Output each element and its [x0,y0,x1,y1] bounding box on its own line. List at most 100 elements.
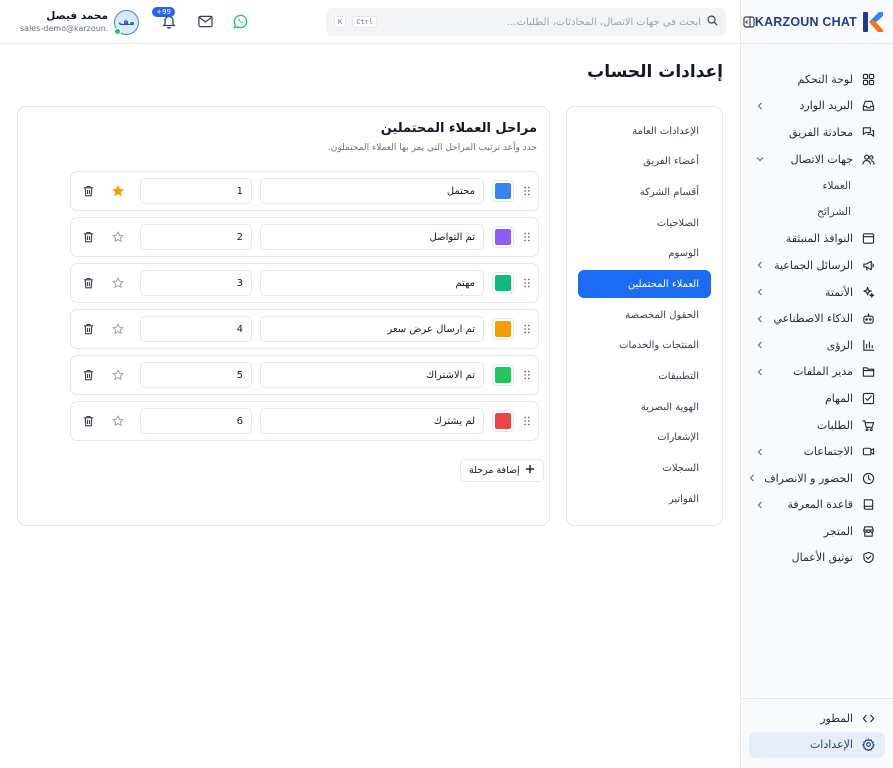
sidebar-item-folder[interactable]: مدير الملفات [741,359,893,386]
star-icon[interactable] [110,321,126,337]
sidebar-item-book[interactable]: قاعدة المعرفة [741,492,893,519]
bell-icon[interactable]: +99 [152,7,177,29]
stage-order-input[interactable] [140,270,252,296]
drag-handle-icon[interactable] [522,416,532,426]
settings-menu-item[interactable]: المنتجات والخدمات [578,332,711,360]
trash-icon[interactable] [80,321,96,337]
users-icon [861,152,875,166]
trash-icon[interactable] [80,275,96,291]
chevron-left-icon[interactable] [755,314,765,324]
add-stage-button[interactable]: إضافة مرحلة [460,459,544,482]
sidebar-item-grid[interactable]: لوحة التحكم [741,66,893,93]
settings-menu-item[interactable]: التطبيقات [578,363,711,391]
sidebar-item-chat[interactable]: محادثة الفريق [741,119,893,146]
stage-color-picker[interactable] [492,180,514,202]
brand-name: KARZOUN CHAT [754,14,857,29]
chevron-left-icon[interactable] [755,101,765,111]
stage-row [70,263,539,303]
chevron-left-icon[interactable] [755,367,765,377]
sidebar-item-sparkles[interactable]: الأتمتة [741,279,893,306]
stage-color-picker[interactable] [492,364,514,386]
sidebar-item-bot[interactable]: الذكاء الاصطناعي [741,305,893,332]
settings-menu-item[interactable]: الحقول المخصصة [578,301,711,329]
star-icon[interactable] [110,413,126,429]
whatsapp-icon[interactable] [232,13,248,29]
inbox-icon [861,99,875,113]
stage-name-input[interactable] [260,224,484,250]
sidebar-subitem[interactable]: العملاء [741,172,893,199]
stage-color-picker[interactable] [492,410,514,432]
bot-icon [861,312,875,326]
stage-name-input[interactable] [260,178,484,204]
star-icon[interactable] [110,229,126,245]
stage-name-input[interactable] [260,408,484,434]
settings-menu-item[interactable]: أعضاء الفريق [578,148,711,176]
settings-menu-item[interactable]: السجلات [578,455,711,483]
trash-icon[interactable] [80,367,96,383]
trash-icon[interactable] [80,183,96,199]
stage-color-picker[interactable] [492,272,514,294]
drag-handle-icon[interactable] [522,232,532,242]
sidebar-item-users[interactable]: جهات الاتصال [741,146,893,173]
sidebar-item-code[interactable]: المطور [749,705,885,732]
stage-color-picker[interactable] [492,318,514,340]
settings-menu-item[interactable]: الوسوم [578,240,711,268]
online-status-dot [114,28,121,35]
sidebar-subitem[interactable]: الشرائح [741,199,893,226]
sidebar-item-clock[interactable]: الحضور و الانصراف [741,465,893,492]
sidebar-item-megaphone[interactable]: الرسائل الجماعية [741,252,893,279]
mail-icon[interactable] [197,13,213,29]
settings-menu-item[interactable]: الهوية البصرية [578,393,711,421]
chevron-left-icon[interactable] [755,340,765,350]
chevron-left-icon[interactable] [755,260,765,270]
sidebar-item-checkbox[interactable]: المهام [741,385,893,412]
search-input[interactable] [383,16,701,28]
stage-name-input[interactable] [260,270,484,296]
star-icon[interactable] [110,275,126,291]
sidebar-item-store[interactable]: المتجر [741,518,893,545]
sidebar-item-shield-check[interactable]: توثيق الأعمال [741,545,893,572]
karzoun-logo-icon[interactable] [861,10,885,34]
chevron-left-icon[interactable] [755,447,765,457]
chat-icon [861,125,875,139]
stage-color-picker[interactable] [492,226,514,248]
sidebar-item-inbox[interactable]: البريد الوارد [741,93,893,120]
chevron-left-icon[interactable] [755,287,765,297]
sidebar-item-label: الرؤى [826,338,853,352]
trash-icon[interactable] [80,229,96,245]
stage-order-input[interactable] [140,362,252,388]
settings-menu-item[interactable]: الصلاحيات [578,209,711,237]
settings-menu-item[interactable]: العملاء المحتملين [578,270,711,299]
settings-menu-item[interactable]: الإشعارات [578,424,711,452]
stage-order-input[interactable] [140,178,252,204]
global-search[interactable]: Ctrl K [326,8,726,36]
stage-order-input[interactable] [140,224,252,250]
avatar[interactable]: مف [114,10,139,35]
drag-handle-icon[interactable] [522,186,532,196]
user-info[interactable]: محمد فيصل sales-demo@karzoun... [20,10,108,33]
chevron-down-icon[interactable] [755,154,765,164]
settings-menu-item[interactable]: الفواتير [578,485,711,513]
stage-name-input[interactable] [260,362,484,388]
sidebar-item-gear[interactable]: الإعدادات [749,731,885,759]
drag-handle-icon[interactable] [522,324,532,334]
trash-icon[interactable] [80,413,96,429]
sidebar-item-cart[interactable]: الطلبات [741,412,893,439]
stage-order-input[interactable] [140,408,252,434]
chevron-left-icon[interactable] [748,473,756,483]
chevron-left-icon[interactable] [755,500,765,510]
drag-handle-icon[interactable] [522,278,532,288]
sidebar-item-chart[interactable]: الرؤى [741,332,893,359]
sidebar-item-label: قاعدة المعرفة [787,498,853,512]
sidebar-collapse-icon[interactable] [743,15,755,29]
star-icon[interactable] [110,367,126,383]
star-filled-icon[interactable] [110,183,126,199]
stage-order-input[interactable] [140,316,252,342]
sidebar-item-window[interactable]: النوافذ المنبثقة [741,226,893,253]
sidebar-item-video[interactable]: الاجتماعات [741,438,893,465]
stage-name-input[interactable] [260,316,484,342]
folder-icon [861,365,875,379]
settings-menu-item[interactable]: الإعدادات العامة [578,117,711,145]
settings-menu-item[interactable]: أقسام الشركة [578,178,711,206]
drag-handle-icon[interactable] [522,370,532,380]
